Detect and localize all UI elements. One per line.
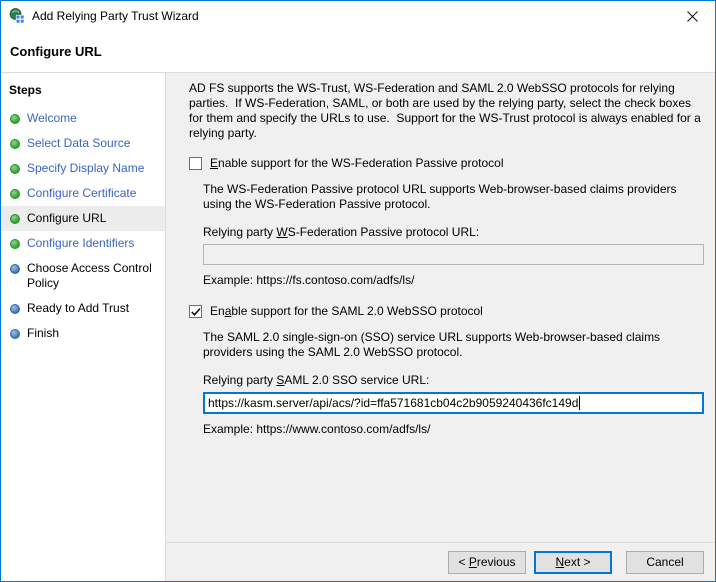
wsfed-example-text: Example: https://fs.contoso.com/adfs/ls/ [203, 273, 415, 287]
step-configure-identifiers: Configure Identifiers [1, 231, 165, 256]
wizard-window: Add Relying Party Trust Wizard Configure… [0, 0, 716, 582]
wsfed-description: The WS-Federation Passive protocol URL s… [203, 182, 677, 211]
cancel-button[interactable]: Cancel [626, 550, 704, 574]
text-cursor [579, 396, 581, 410]
step-label: Choose Access Control Policy [27, 261, 152, 290]
steps-heading: Steps [9, 83, 42, 97]
saml-enable-row: Enable support for the SAML 2.0 WebSSO p… [189, 304, 704, 319]
footer-bar: < Previous Next > Cancel [166, 542, 715, 581]
adfs-app-icon [9, 8, 25, 24]
wsfed-url-label: Relying party WS-Federation Passive prot… [203, 225, 480, 239]
saml-description: The SAML 2.0 single-sign-on (SSO) servic… [203, 330, 661, 359]
step-specify-display-name: Specify Display Name [1, 156, 165, 181]
steps-sidebar: Steps Welcome Select Data Source Specify… [1, 73, 166, 581]
step-choose-access-control-policy: Choose Access Control Policy [1, 256, 165, 296]
step-configure-url: Configure URL [1, 206, 165, 231]
close-icon [687, 10, 698, 22]
page-title: Configure URL [10, 44, 102, 59]
saml-enable-checkbox[interactable] [189, 305, 202, 318]
saml-sso-url-input[interactable]: https://kasm.server/api/acs/?id=ffa57168… [203, 392, 704, 414]
window-title: Add Relying Party Trust Wizard [32, 9, 199, 23]
saml-sso-url-value: https://kasm.server/api/acs/?id=ffa57168… [208, 396, 579, 410]
step-label: Welcome [27, 111, 77, 125]
title-bar: Add Relying Party Trust Wizard [1, 1, 715, 31]
wsfed-url-input [203, 244, 704, 265]
saml-enable-label: Enable support for the SAML 2.0 WebSSO p… [210, 304, 483, 318]
wsfed-enable-checkbox[interactable] [189, 157, 202, 170]
intro-text: AD FS supports the WS-Trust, WS-Federati… [189, 81, 705, 140]
step-select-data-source: Select Data Source [1, 131, 165, 156]
step-pending-icon [10, 304, 20, 314]
saml-example-text: Example: https://www.contoso.com/adfs/ls… [203, 422, 431, 436]
step-label: Configure Certificate [27, 186, 137, 200]
step-pending-icon [10, 329, 20, 339]
main-content: AD FS supports the WS-Trust, WS-Federati… [166, 73, 715, 542]
step-configure-certificate: Configure Certificate [1, 181, 165, 206]
step-ready-to-add-trust: Ready to Add Trust [1, 296, 165, 321]
wsfed-enable-row: Enable support for the WS-Federation Pas… [189, 156, 704, 171]
step-finish: Finish [1, 321, 165, 346]
step-pending-icon [10, 264, 20, 274]
step-label: Finish [27, 326, 60, 340]
saml-url-label: Relying party SAML 2.0 SSO service URL: [203, 373, 430, 387]
step-label: Ready to Add Trust [27, 301, 130, 315]
step-done-icon [10, 114, 20, 124]
next-button[interactable]: Next > [534, 550, 612, 574]
close-button[interactable] [670, 1, 715, 31]
step-done-icon [10, 164, 20, 174]
step-done-icon [10, 139, 20, 149]
step-done-icon [10, 189, 20, 199]
checkmark-icon [191, 308, 201, 316]
step-label: Configure URL [27, 211, 107, 225]
wsfed-section: The WS-Federation Passive protocol URL s… [189, 182, 704, 287]
step-done-icon [10, 239, 20, 249]
step-done-icon [10, 214, 20, 224]
wizard-page-header: Configure URL [1, 31, 715, 73]
wsfed-enable-label: Enable support for the WS-Federation Pas… [210, 156, 504, 170]
step-label: Configure Identifiers [27, 236, 135, 250]
previous-button[interactable]: < Previous [448, 550, 526, 574]
step-label: Specify Display Name [27, 161, 145, 175]
step-welcome: Welcome [1, 106, 165, 131]
step-label: Select Data Source [27, 136, 131, 150]
saml-section: The SAML 2.0 single-sign-on (SSO) servic… [189, 330, 704, 436]
